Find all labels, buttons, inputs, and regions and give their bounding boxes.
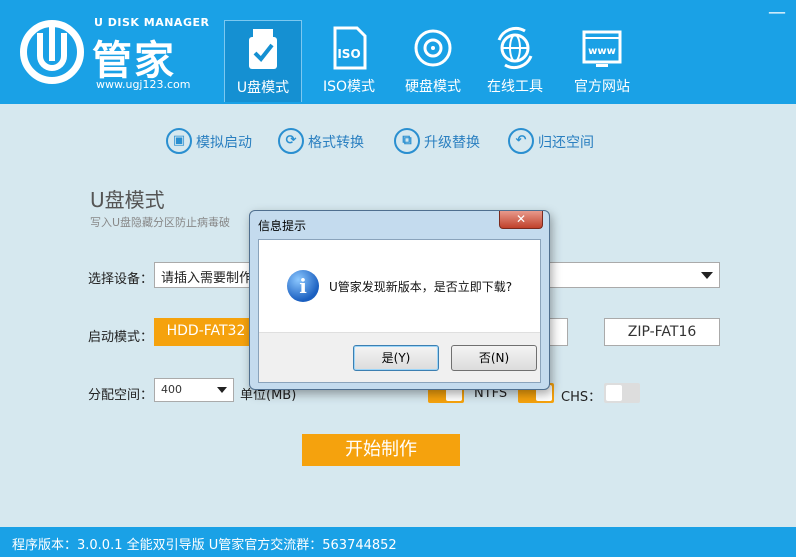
app-logo: U DISK MANAGER 管家 www.ugj123.com <box>18 14 218 94</box>
refresh-icon: ⟳ <box>278 128 304 154</box>
chs-label: CHS： <box>561 390 602 405</box>
nav-online-tools[interactable]: 在线工具 <box>478 20 552 102</box>
status-bar: 程序版本：3.0.0.1 全能双引导版 U管家官方交流群：563744852 <box>0 527 796 557</box>
boot-mode-zip-fat16[interactable]: ZIP-FAT16 <box>604 318 720 346</box>
chs-toggle[interactable] <box>604 383 640 403</box>
dialog-yes-button[interactable]: 是(Y) <box>353 345 439 371</box>
alloc-space-select[interactable]: 400 <box>154 378 234 402</box>
usb-check-icon <box>243 27 283 71</box>
chevron-down-icon <box>701 272 713 279</box>
mode-description: 写入U盘隐藏分区防止病毒破 <box>90 216 231 229</box>
device-select-value: 请插入需要制作 <box>161 271 253 286</box>
start-make-button[interactable]: 开始制作 <box>302 434 460 466</box>
restore-space-button[interactable]: ↶ 归还空间 <box>508 128 602 156</box>
nav-iso-mode[interactable]: ISO ISO模式 <box>312 20 386 102</box>
simulate-boot-button[interactable]: ▣ 模拟启动 <box>166 128 260 156</box>
boot-mode-hdd-fat32[interactable]: HDD-FAT32 <box>154 318 258 346</box>
alloc-space-value: 400 <box>161 383 182 396</box>
minimize-button[interactable]: — <box>768 2 786 23</box>
tool-label: 升级替换 <box>424 135 480 151</box>
format-convert-button[interactable]: ⟳ 格式转换 <box>278 128 372 156</box>
swap-icon: ⧉ <box>394 128 420 154</box>
return-icon: ↶ <box>508 128 534 154</box>
nav-label: ISO模式 <box>322 79 376 95</box>
app-header: U DISK MANAGER 管家 www.ugj123.com U盘模式 IS… <box>0 0 796 104</box>
tool-label: 模拟启动 <box>196 135 252 151</box>
dialog-button-bar: 是(Y) 否(N) <box>259 332 540 382</box>
boot-mode-label: 启动模式： <box>88 330 154 345</box>
logo-url: www.ugj123.com <box>96 78 191 91</box>
dialog-no-button[interactable]: 否(N) <box>451 345 537 371</box>
tool-label: 格式转换 <box>308 135 364 151</box>
iso-icon: ISO <box>329 26 369 70</box>
nav-official-site[interactable]: www 官方网站 <box>564 20 640 102</box>
chevron-down-icon <box>217 387 227 393</box>
svg-text:ISO: ISO <box>337 47 360 61</box>
nav-label: 硬盘模式 <box>405 79 461 95</box>
nav-label: 在线工具 <box>487 79 543 95</box>
dialog-close-button[interactable]: ✕ <box>499 211 543 229</box>
nav-disk-mode[interactable]: 硬盘模式 <box>396 20 470 102</box>
nav-label: 官方网站 <box>574 79 630 95</box>
nav-usb-mode[interactable]: U盘模式 <box>224 20 302 102</box>
tool-bar: ▣ 模拟启动 ⟳ 格式转换 ⧉ 升级替换 ↶ 归还空间 <box>0 128 796 156</box>
dialog-body: i U管家发现新版本，是否立即下载? 是(Y) 否(N) <box>258 239 541 383</box>
device-label: 选择设备： <box>88 272 154 287</box>
u-logo-icon <box>20 20 84 84</box>
alloc-space-label: 分配空间： <box>88 388 154 403</box>
info-icon: i <box>287 270 319 302</box>
monitor-icon: ▣ <box>166 128 192 154</box>
globe-icon <box>495 26 535 70</box>
upgrade-replace-button[interactable]: ⧉ 升级替换 <box>394 128 488 156</box>
www-icon: www <box>582 26 622 70</box>
dialog-title: 信息提示 <box>258 219 307 233</box>
nav-label: U盘模式 <box>236 80 290 96</box>
mode-title: U盘模式 <box>90 188 165 212</box>
dialog-message: U管家发现新版本，是否立即下载? <box>329 280 513 294</box>
disk-icon <box>413 26 453 70</box>
info-dialog: 信息提示 ✕ i U管家发现新版本，是否立即下载? 是(Y) 否(N) <box>249 210 550 390</box>
tool-label: 归还空间 <box>538 135 594 151</box>
close-icon: ✕ <box>515 212 527 226</box>
svg-text:www: www <box>588 46 616 57</box>
